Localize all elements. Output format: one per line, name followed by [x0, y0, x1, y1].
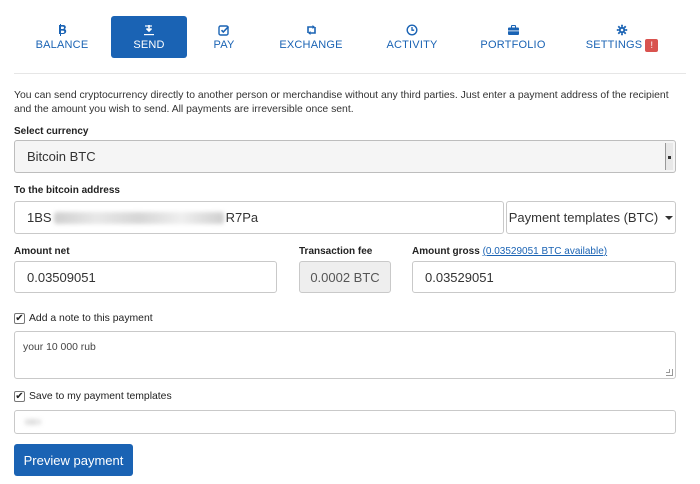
nav-portfolio[interactable]: PORTFOLIO [475, 16, 551, 58]
nav-balance[interactable]: BALANCE [22, 16, 102, 58]
add-note-label: Add a note to this payment [29, 313, 153, 324]
transaction-fee-label: Transaction fee [299, 246, 373, 257]
add-note-checkbox[interactable]: ✔ [14, 313, 25, 324]
address-prefix: 1BS [27, 210, 52, 225]
amount-gross-label-row: Amount gross (0.03529051 BTC available) [412, 246, 607, 257]
nav-divider [14, 73, 686, 74]
note-textarea[interactable]: your 10 000 rub [14, 331, 676, 379]
address-input[interactable]: 1BS R7Pa [14, 201, 504, 234]
preview-payment-button[interactable]: Preview payment [14, 444, 133, 476]
address-label: To the bitcoin address [14, 185, 120, 196]
note-text: your 10 000 rub [23, 342, 96, 353]
transaction-fee-value: 0.0002 BTC [310, 269, 380, 285]
transaction-fee-box: 0.0002 BTC [299, 261, 391, 293]
briefcase-icon [506, 23, 520, 37]
caret-down-icon [665, 215, 674, 220]
amount-net-input[interactable]: 0.03509051 [14, 261, 277, 293]
resize-handle-icon[interactable] [666, 369, 673, 376]
nav-settings[interactable]: SETTINGS ! [582, 16, 662, 58]
save-template-label: Save to my payment templates [29, 391, 172, 402]
checkbox-icon [217, 23, 231, 37]
amount-net-label: Amount net [14, 246, 70, 257]
nav-exchange[interactable]: EXCHANGE [273, 16, 349, 58]
address-suffix: R7Pa [225, 210, 259, 225]
save-template-checkbox[interactable]: ✔ [14, 391, 25, 402]
nav-exchange-label: EXCHANGE [279, 39, 343, 51]
nav-balance-label: BALANCE [35, 39, 89, 51]
nav-portfolio-label: PORTFOLIO [480, 39, 546, 51]
nav-pay-label: PAY [213, 39, 235, 51]
nav-send[interactable]: SEND [111, 16, 187, 58]
template-name-redacted [25, 419, 41, 425]
amount-net-value: 0.03509051 [27, 269, 96, 285]
add-note-row: ✔ Add a note to this payment [14, 313, 153, 324]
nav-settings-label: SETTINGS [585, 39, 643, 51]
amount-gross-input[interactable]: 0.03529051 [412, 261, 676, 293]
main-nav: BALANCE SEND PAY EXCHANGE ACTIVITY PORTF… [0, 0, 700, 72]
nav-settings-row: SETTINGS ! [585, 38, 659, 52]
currency-select-value: Bitcoin BTC [27, 149, 96, 164]
select-arrow-icon [665, 143, 673, 170]
settings-alert-badge: ! [645, 38, 659, 52]
retweet-icon [304, 23, 318, 37]
payment-templates-dropdown[interactable]: Payment templates (BTC) [506, 201, 676, 234]
bitcoin-icon [55, 23, 69, 37]
nav-pay[interactable]: PAY [194, 16, 254, 58]
gear-icon [615, 23, 629, 37]
payment-templates-label: Payment templates (BTC) [508, 210, 659, 225]
nav-activity[interactable]: ACTIVITY [376, 16, 448, 58]
amount-gross-label: Amount gross [412, 246, 480, 257]
send-icon [142, 23, 156, 37]
amount-gross-value: 0.03529051 [425, 269, 494, 285]
save-template-row: ✔ Save to my payment templates [14, 391, 172, 402]
nav-send-label: SEND [133, 39, 165, 51]
clock-icon [405, 23, 419, 37]
nav-activity-label: ACTIVITY [386, 39, 438, 51]
currency-label: Select currency [14, 126, 89, 137]
intro-text: You can send cryptocurrency directly to … [14, 90, 669, 115]
template-name-input[interactable] [14, 410, 676, 434]
currency-select[interactable]: Bitcoin BTC [14, 140, 676, 173]
available-balance-link[interactable]: (0.03529051 BTC available) [483, 246, 608, 257]
address-redacted [53, 211, 224, 224]
